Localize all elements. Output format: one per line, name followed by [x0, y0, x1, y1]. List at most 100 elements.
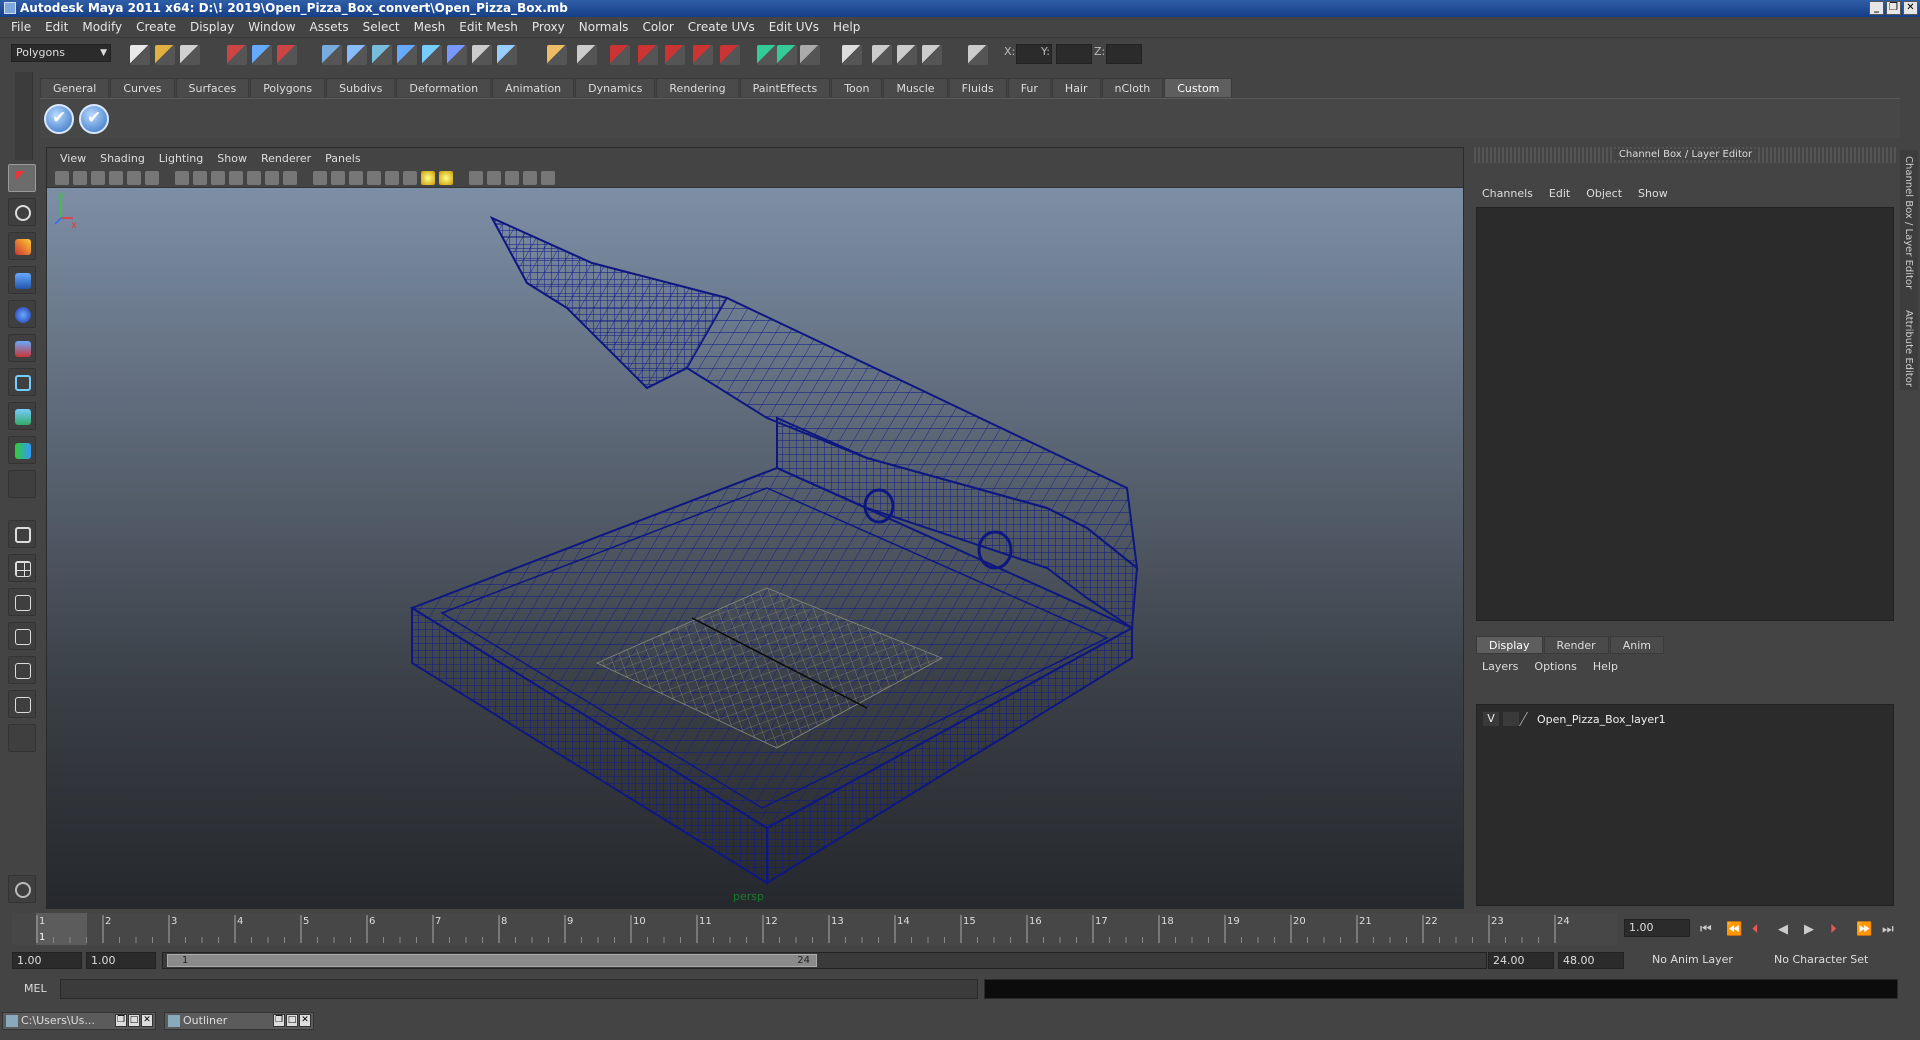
time-slider[interactable]: 1 2 3 4 5 6 7 8 9 10 11 12 13 14 15 16 17 18 19 20 21 22 23 24 1 [12, 913, 1617, 945]
go-to-start-icon[interactable]: ⏮ [1700, 922, 1712, 937]
menu-file[interactable]: File [4, 20, 38, 34]
layer-display-type[interactable] [1503, 712, 1519, 726]
custom-shelf-button-1[interactable] [44, 104, 74, 134]
status-tool-21-icon[interactable] [720, 45, 740, 65]
side-tab-channel-box[interactable]: Channel Box / Layer Editor [1903, 156, 1914, 289]
status-tool-2-icon[interactable] [155, 45, 175, 65]
status-tool-20-icon[interactable] [693, 45, 713, 65]
four-view-layout[interactable] [8, 554, 36, 582]
restore-icon[interactable]: ❐ [273, 1014, 285, 1027]
status-tool-17-icon[interactable] [610, 45, 630, 65]
time-ruler[interactable]: 1 2 3 4 5 6 7 8 9 10 11 12 13 14 15 16 17 18 19 20 21 22 23 241 [12, 913, 1617, 945]
viewport-tool-22-icon[interactable] [469, 171, 483, 185]
shelf-tab-muscle[interactable]: Muscle [883, 78, 948, 97]
show-manipulator-tool[interactable] [8, 436, 36, 464]
y-input[interactable] [1056, 44, 1092, 64]
shelf-tab-painteffects[interactable]: PaintEffects [739, 78, 831, 97]
menu-display[interactable]: Display [183, 20, 241, 34]
shelf-tab-ncloth[interactable]: nCloth [1101, 78, 1164, 97]
maximize-icon[interactable]: □ [286, 1014, 298, 1027]
status-tool-11-icon[interactable] [422, 45, 442, 65]
single-perspective-layout[interactable] [8, 520, 36, 548]
command-language-label[interactable]: MEL [24, 982, 47, 995]
viewport-tool-4-icon[interactable] [109, 171, 123, 185]
shelf-tab-polygons[interactable]: Polygons [250, 78, 326, 97]
maximize-icon[interactable]: □ [128, 1014, 140, 1027]
status-tool-28-icon[interactable] [922, 45, 942, 65]
viewport-menu-renderer[interactable]: Renderer [254, 152, 318, 165]
restore-button[interactable]: ❐ [1886, 1, 1901, 15]
animation-end-field[interactable]: 48.00 [1558, 952, 1624, 969]
viewport-tool-23-icon[interactable] [487, 171, 501, 185]
playback-end-field[interactable]: 24.00 [1488, 952, 1554, 969]
menu-modify[interactable]: Modify [75, 20, 129, 34]
status-tool-9-icon[interactable] [372, 45, 392, 65]
perspective-viewport[interactable]: View Shading Lighting Show Renderer Panels [46, 147, 1464, 909]
z-input[interactable] [1106, 44, 1142, 64]
viewport-tool-11-icon[interactable] [247, 171, 261, 185]
menu-select[interactable]: Select [356, 20, 407, 34]
range-slider-handle[interactable]: 1 24 [167, 954, 817, 967]
minimize-button[interactable]: _ [1869, 1, 1884, 15]
viewport-tool-6-icon[interactable] [145, 171, 159, 185]
viewport-tool-24-icon[interactable] [505, 171, 519, 185]
command-input[interactable] [60, 979, 978, 999]
status-tool-7-icon[interactable] [322, 45, 342, 65]
menu-edit[interactable]: Edit [38, 20, 75, 34]
select-tool[interactable] [8, 164, 36, 192]
play-backward-icon[interactable]: ◀ [1778, 922, 1788, 937]
paint-select-tool[interactable] [8, 232, 36, 260]
viewport-menu-lighting[interactable]: Lighting [152, 152, 210, 165]
viewport-tool-20-icon[interactable] [421, 171, 435, 185]
status-tool-3-icon[interactable] [180, 45, 200, 65]
status-tool-6-icon[interactable] [277, 45, 297, 65]
status-tool-5-icon[interactable] [252, 45, 272, 65]
status-tool-13-icon[interactable] [472, 45, 492, 65]
shelf-tab-fluids[interactable]: Fluids [948, 78, 1007, 97]
close-icon[interactable]: ✕ [299, 1014, 311, 1027]
status-tool-10-icon[interactable] [397, 45, 417, 65]
viewport-tool-21-icon[interactable] [439, 171, 453, 185]
status-tool-18-icon[interactable] [638, 45, 658, 65]
viewport-scene[interactable]: persp x y [47, 188, 1463, 908]
shelf-tab-general[interactable]: General [40, 78, 110, 97]
viewport-tool-9-icon[interactable] [211, 171, 225, 185]
character-set-dropdown[interactable]: No Character Set [1770, 952, 1880, 969]
range-slider[interactable]: 1 24 [162, 952, 1487, 969]
status-tool-12-icon[interactable] [447, 45, 467, 65]
status-tool-1-icon[interactable] [130, 45, 150, 65]
shelf-tab-hair[interactable]: Hair [1051, 78, 1101, 97]
layer-color-swatch[interactable] [1518, 712, 1538, 726]
shelf-tab-animation[interactable]: Animation [492, 78, 575, 97]
status-tool-24-icon[interactable] [800, 45, 820, 65]
step-forward-frame-icon[interactable]: ⏵ [1830, 922, 1837, 937]
status-tool-29-icon[interactable] [968, 45, 988, 65]
minimized-window-outliner[interactable]: Outliner ❐ □ ✕ [164, 1012, 314, 1030]
layer-menu-help[interactable]: Help [1585, 660, 1626, 673]
manipulator-tool[interactable] [8, 368, 36, 396]
menu-edit-uvs[interactable]: Edit UVs [762, 20, 826, 34]
play-forward-icon[interactable]: ▶ [1804, 922, 1814, 937]
scale-tool[interactable] [8, 334, 36, 362]
shelf-tab-surfaces[interactable]: Surfaces [175, 78, 250, 97]
viewport-tool-10-icon[interactable] [229, 171, 243, 185]
last-tool-used[interactable] [8, 470, 36, 498]
shelf-tab-deformation[interactable]: Deformation [396, 78, 492, 97]
viewport-tool-8-icon[interactable] [193, 171, 207, 185]
menu-edit-mesh[interactable]: Edit Mesh [452, 20, 525, 34]
menu-create[interactable]: Create [129, 20, 183, 34]
layer-name[interactable]: Open_Pizza_Box_layer1 [1537, 713, 1666, 726]
shelf-tab-subdivs[interactable]: Subdivs [326, 78, 396, 97]
viewport-menu-shading[interactable]: Shading [93, 152, 152, 165]
viewport-tool-3-icon[interactable] [91, 171, 105, 185]
persp-graph-hypershade-layout[interactable] [8, 690, 36, 718]
side-tab-attribute-editor[interactable]: Attribute Editor [1903, 310, 1914, 387]
layer-menu-layers[interactable]: Layers [1474, 660, 1526, 673]
toolbox-collapse[interactable] [8, 724, 36, 752]
animation-start-field[interactable]: 1.00 [12, 952, 82, 969]
soft-mod-tool[interactable] [8, 402, 36, 430]
persp-graph-layout[interactable] [8, 622, 36, 650]
status-tool-25-icon[interactable] [842, 45, 862, 65]
layer-row[interactable]: V Open_Pizza_Box_layer1 [1483, 711, 1666, 727]
viewport-tool-25-icon[interactable] [523, 171, 537, 185]
